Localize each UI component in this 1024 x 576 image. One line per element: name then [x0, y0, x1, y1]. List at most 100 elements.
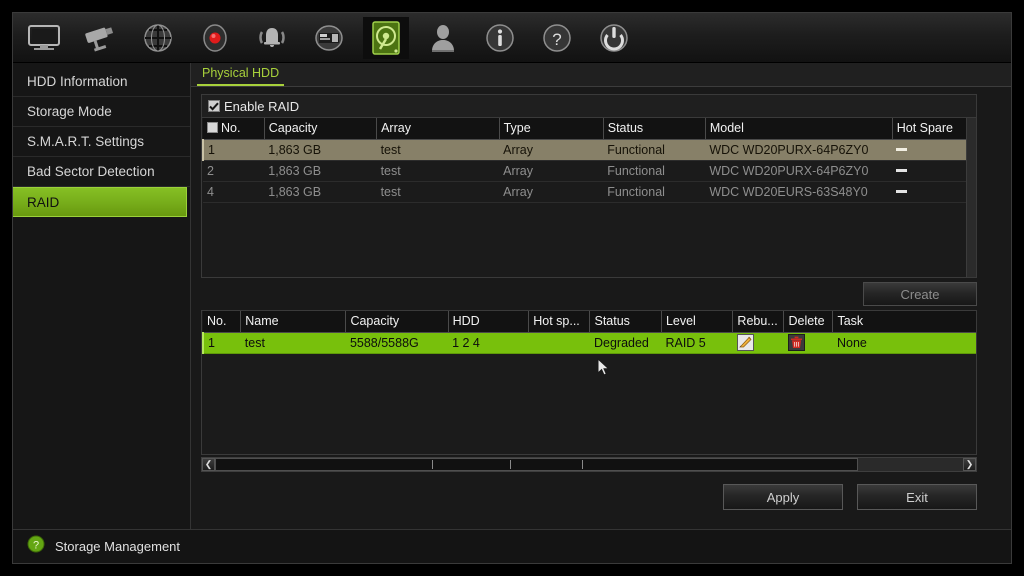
edit-pencil-icon[interactable]	[736, 334, 754, 351]
hdd-cell-no: 4	[203, 181, 265, 203]
array-cell-name: test	[240, 332, 346, 354]
array-col-delete[interactable]: Delete	[783, 311, 834, 333]
array-col-status[interactable]: Status	[589, 311, 662, 333]
array-col-level[interactable]: Level	[661, 311, 734, 333]
array-cell-task: None	[832, 332, 976, 354]
svg-text:?: ?	[552, 30, 561, 49]
hdd-col-status[interactable]: Status	[603, 118, 706, 140]
hdd-cell-type: Array	[499, 160, 604, 182]
help-icon[interactable]: ?	[534, 17, 580, 59]
raid-panel: Enable RAID No. Capacity Array Type Stat…	[191, 87, 1011, 529]
info-icon[interactable]	[477, 17, 523, 59]
hdd-cell-no: 1	[201, 139, 265, 161]
select-all-checkbox[interactable]	[207, 122, 218, 134]
apply-button[interactable]: Apply	[723, 484, 843, 511]
raid-array-table: No. Name Capacity HDD Hot sp... Status L…	[201, 310, 977, 455]
hdd-cell-hot-spare	[892, 160, 976, 182]
tab-bar: Physical HDD	[191, 63, 1011, 87]
scroll-right-arrow-icon[interactable]: ❯	[963, 457, 976, 471]
network-globe-icon[interactable]	[135, 17, 181, 59]
hdd-cell-array: test	[376, 160, 500, 182]
main-toolbar: ?	[13, 13, 1011, 63]
hdd-cell-no: 2	[203, 160, 265, 182]
hdd-cell-hot-spare	[892, 139, 976, 161]
sidebar-item-storage-mode[interactable]: Storage Mode	[13, 97, 190, 127]
svg-text:?: ?	[33, 539, 39, 551]
sidebar-item-smart-settings[interactable]: S.M.A.R.T. Settings	[13, 127, 190, 157]
hdd-col-hot-spare[interactable]: Hot Spare	[892, 118, 976, 140]
array-cell-status: Degraded	[589, 332, 662, 354]
hot-spare-dash-icon	[896, 189, 908, 193]
array-grid: No. Name Capacity HDD Hot sp... Status L…	[202, 311, 976, 354]
hdd-table-vertical-scrollbar[interactable]	[966, 118, 976, 277]
array-col-hot-spare[interactable]: Hot sp...	[528, 311, 591, 333]
hdd-cell-status: Functional	[603, 139, 706, 161]
table-row[interactable]: 4 1,863 GB test Array Functional WDC WD2…	[203, 181, 976, 203]
array-cell-capacity: 5588/5588G	[345, 332, 449, 354]
help-circle-icon[interactable]: ?	[27, 535, 45, 558]
hdd-table-empty-area	[202, 202, 976, 277]
footer-buttons: Apply Exit	[201, 472, 977, 530]
record-icon[interactable]	[192, 17, 238, 59]
user-icon[interactable]	[420, 17, 466, 59]
table-row[interactable]: 2 1,863 GB test Array Functional WDC WD2…	[203, 160, 976, 182]
array-col-task[interactable]: Task	[832, 311, 976, 333]
sidebar-item-bad-sector-detection[interactable]: Bad Sector Detection	[13, 157, 190, 187]
enable-raid-label: Enable RAID	[224, 98, 300, 114]
enable-raid-checkbox[interactable]	[208, 100, 220, 112]
sidebar-item-hdd-information[interactable]: HDD Information	[13, 67, 190, 97]
array-cell-hot-spare	[528, 332, 590, 354]
status-bar-text: Storage Management	[55, 539, 181, 554]
array-col-capacity[interactable]: Capacity	[345, 311, 449, 333]
hdd-cell-array: test	[376, 181, 500, 203]
trash-icon[interactable]	[787, 334, 805, 351]
monitor-icon[interactable]	[21, 17, 67, 59]
content-area: Physical HDD Enable RAID No. Capacity Ar…	[191, 63, 1011, 529]
scroll-left-arrow-icon[interactable]: ❮	[202, 457, 215, 471]
array-cell-hdd: 1 2 4	[448, 332, 529, 354]
screen: ? HDD Information Storage Mode S.M.A.R.T…	[0, 0, 1024, 576]
hdd-cell-hot-spare	[892, 181, 976, 203]
sidebar-menu: HDD Information Storage Mode S.M.A.R.T. …	[13, 63, 191, 529]
hdd-cell-capacity: 1,863 GB	[264, 139, 377, 161]
array-table-empty-area	[202, 353, 976, 454]
export-device-icon[interactable]	[306, 17, 352, 59]
hdd-col-array[interactable]: Array	[376, 118, 500, 140]
status-bar: ? Storage Management	[13, 529, 1011, 563]
exit-button[interactable]: Exit	[857, 484, 977, 511]
array-col-hdd[interactable]: HDD	[448, 311, 530, 333]
hdd-cell-model: WDC WD20EURS-63S48Y0	[705, 181, 893, 203]
array-col-no[interactable]: No.	[203, 311, 242, 333]
hdd-icon[interactable]	[363, 16, 409, 59]
enable-raid-row[interactable]: Enable RAID	[201, 94, 977, 118]
array-header-row: No. Name Capacity HDD Hot sp... Status L…	[203, 311, 976, 333]
power-icon[interactable]	[591, 17, 637, 59]
array-col-name[interactable]: Name	[240, 311, 347, 333]
sidebar-item-raid[interactable]: RAID	[13, 187, 187, 217]
table-row[interactable]: 1 1,863 GB test Array Functional WDC WD2…	[201, 139, 976, 161]
physical-hdd-table: No. Capacity Array Type Status Model Hot…	[201, 118, 977, 278]
hdd-cell-model: WDC WD20PURX-64P6ZY0	[705, 160, 893, 182]
tab-physical-hdd[interactable]: Physical HDD	[197, 65, 285, 86]
camera-icon[interactable]	[78, 17, 124, 59]
hdd-col-model[interactable]: Model	[705, 118, 893, 140]
horizontal-scrollbar[interactable]: ❮ ❯	[201, 456, 977, 472]
create-button[interactable]: Create	[863, 282, 977, 306]
hdd-cell-model: WDC WD20PURX-64P6ZY0	[705, 139, 893, 161]
hdd-col-capacity[interactable]: Capacity	[264, 118, 378, 140]
scrollbar-track[interactable]	[215, 457, 963, 471]
array-cell-no: 1	[202, 332, 241, 354]
hdd-col-type[interactable]: Type	[499, 118, 604, 140]
create-button-row: Create	[201, 278, 977, 310]
alarm-bell-icon[interactable]	[249, 17, 295, 59]
hdd-cell-status: Functional	[603, 181, 706, 203]
table-row[interactable]: 1 test 5588/5588G 1 2 4 Degraded RAID 5	[202, 332, 976, 354]
hdd-cell-type: Array	[499, 181, 604, 203]
hdd-col-no[interactable]: No.	[203, 118, 265, 140]
array-col-rebuild[interactable]: Rebu...	[732, 311, 785, 333]
hdd-col-no-label: No.	[221, 121, 241, 136]
hdd-grid: No. Capacity Array Type Status Model Hot…	[201, 118, 976, 203]
array-cell-rebuild[interactable]	[732, 332, 784, 354]
scrollbar-thumb[interactable]	[215, 457, 859, 471]
array-cell-delete[interactable]	[783, 332, 833, 354]
